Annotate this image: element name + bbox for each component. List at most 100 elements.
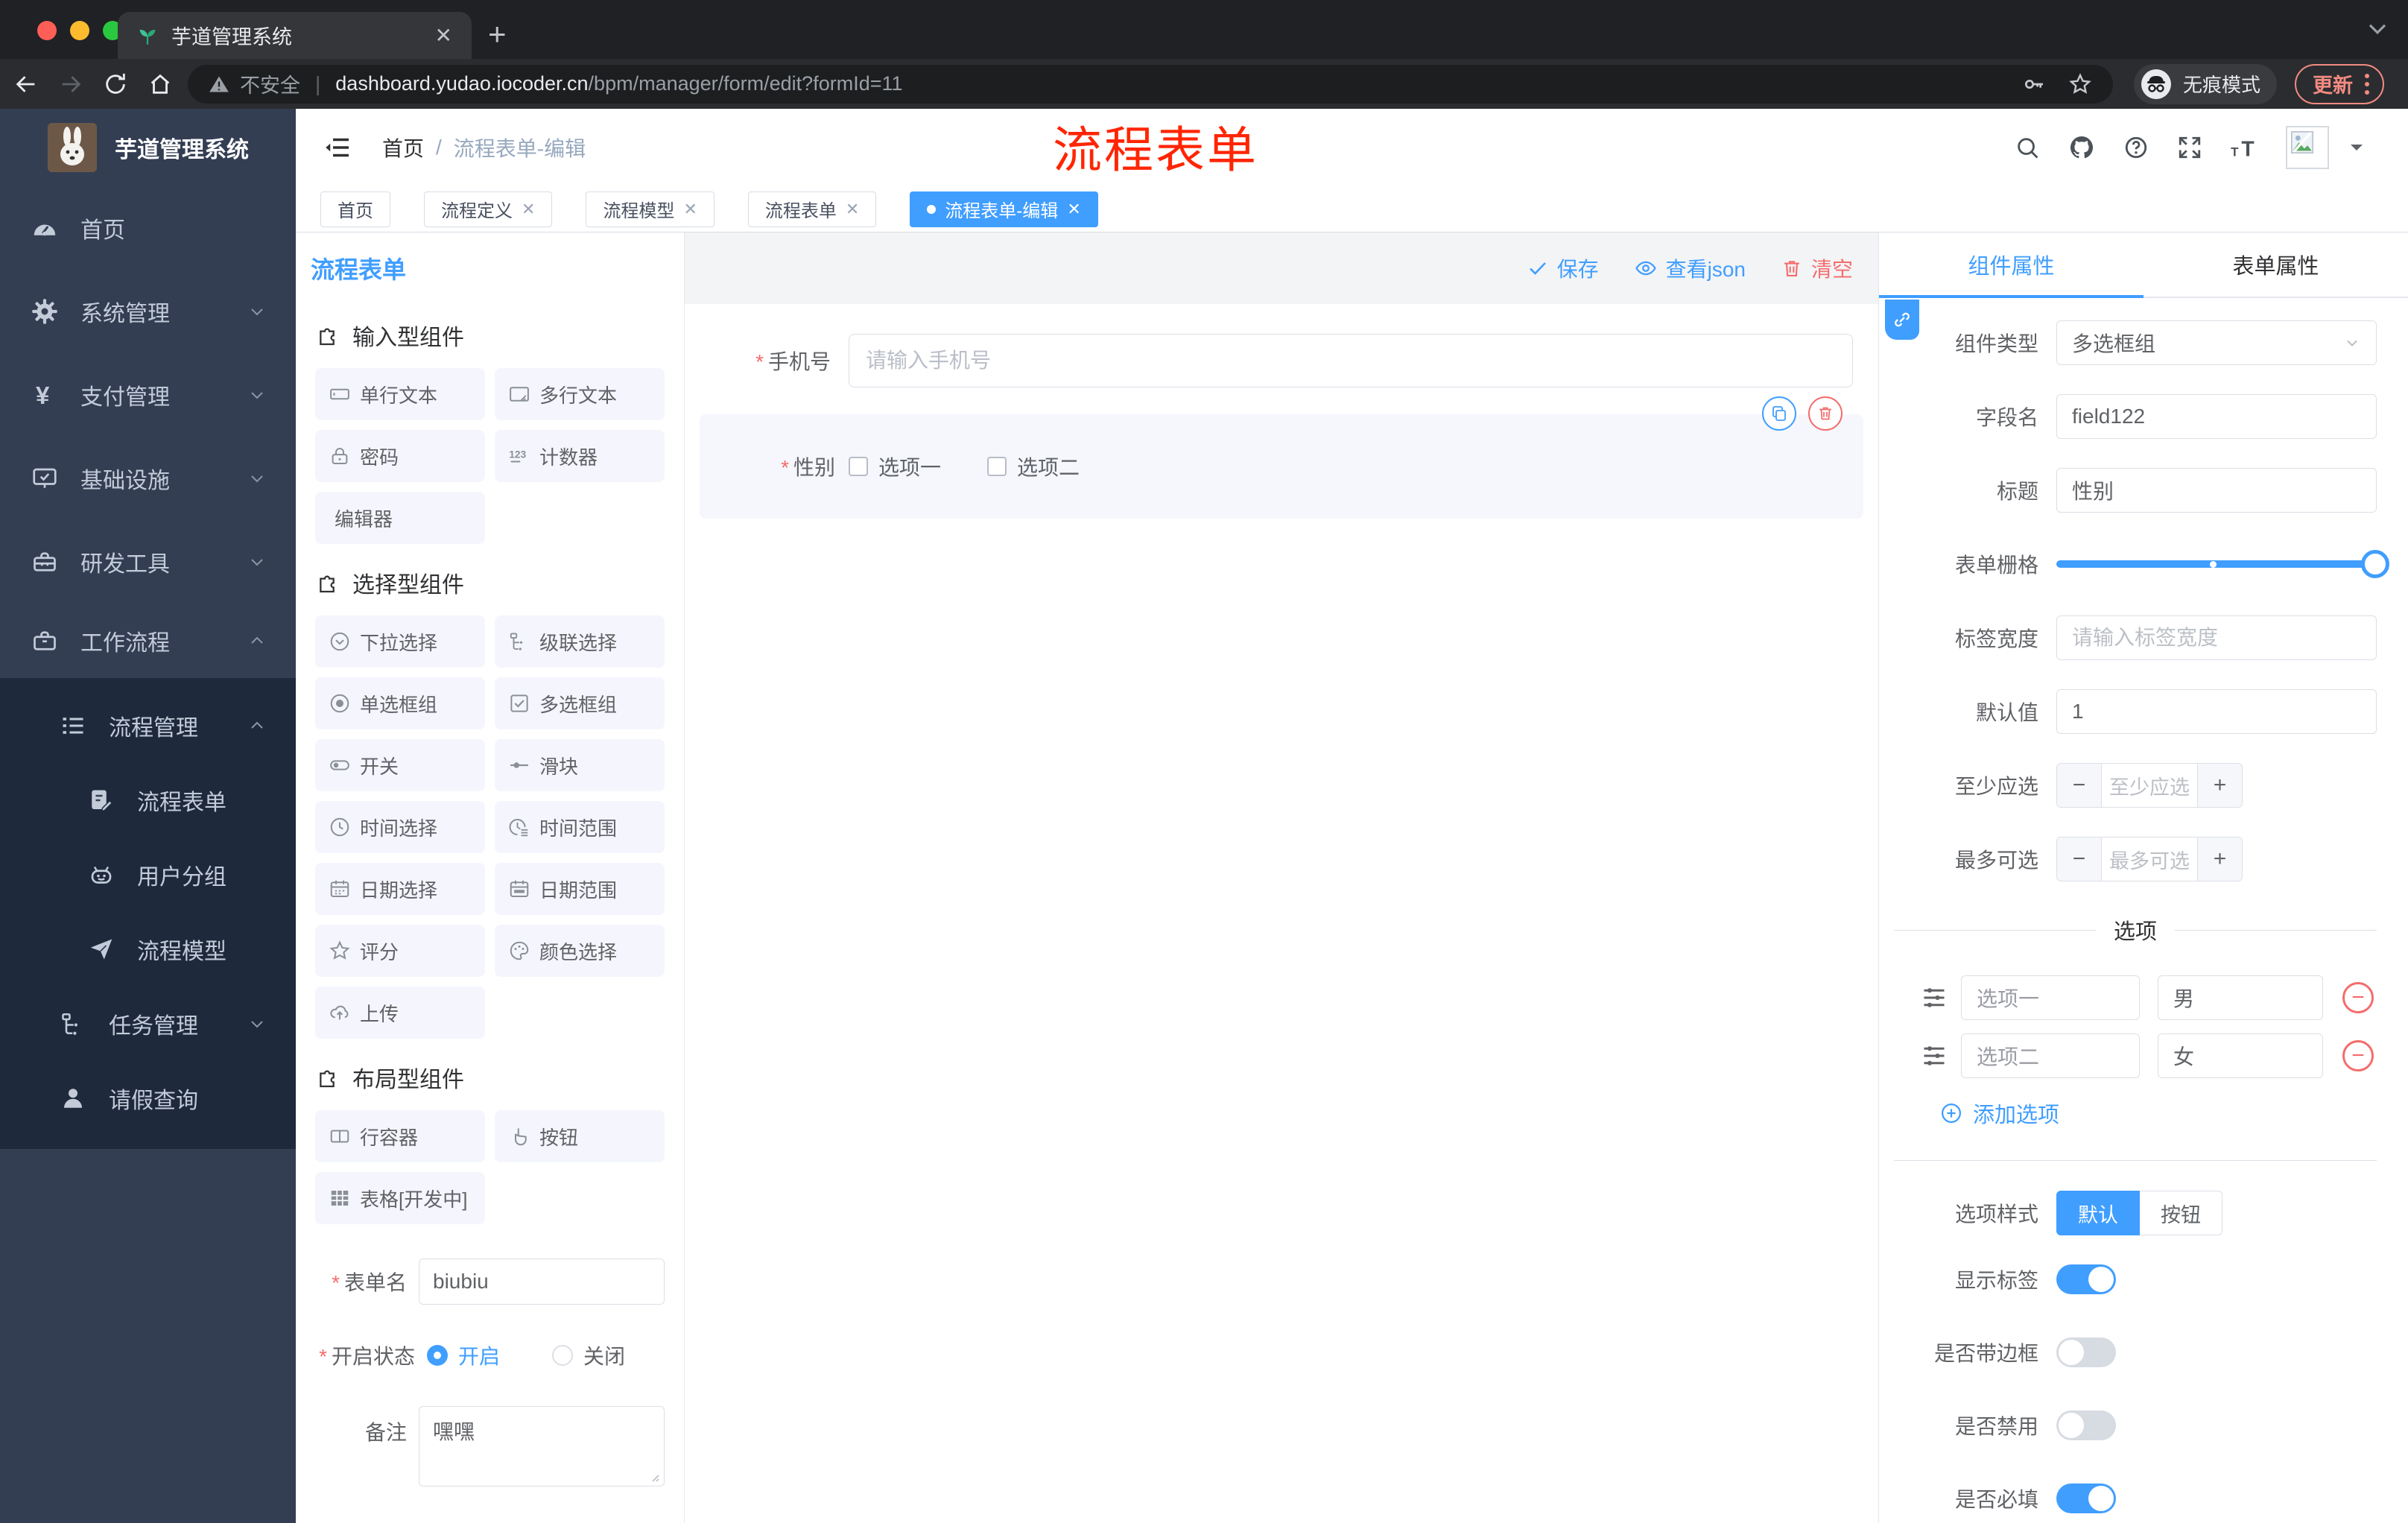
tab-process-definition[interactable]: 流程定义 ✕ bbox=[424, 191, 553, 227]
add-option-button[interactable]: 添加选项 bbox=[1940, 1098, 2377, 1129]
component-type-select[interactable]: 多选框组 bbox=[2056, 320, 2377, 365]
title-input[interactable] bbox=[2056, 468, 2377, 513]
close-icon[interactable]: ✕ bbox=[846, 200, 859, 219]
grid-slider[interactable] bbox=[2056, 542, 2389, 586]
plus-button[interactable]: + bbox=[2197, 838, 2242, 881]
chip-table[interactable]: 表格[开发中] bbox=[315, 1172, 485, 1224]
tab-process-form[interactable]: 流程表单 ✕ bbox=[747, 191, 877, 227]
chip-radio-group[interactable]: 单选框组 bbox=[315, 677, 485, 729]
slider-track[interactable] bbox=[2056, 550, 2389, 578]
collapse-sidebar-icon[interactable] bbox=[324, 134, 351, 161]
style-default-button[interactable]: 默认 bbox=[2056, 1191, 2140, 1235]
tab-close-icon[interactable]: ✕ bbox=[435, 23, 452, 48]
option-label-input[interactable] bbox=[1961, 975, 2140, 1020]
minimize-window-button[interactable] bbox=[70, 21, 89, 40]
back-icon[interactable] bbox=[13, 72, 39, 97]
option-label-input[interactable] bbox=[1961, 1033, 2140, 1078]
browser-update-button[interactable]: 更新 bbox=[2295, 63, 2385, 104]
show-label-toggle[interactable] bbox=[2056, 1264, 2116, 1294]
sidebar-item-infra[interactable]: 基础设施 bbox=[0, 437, 296, 520]
status-on-radio[interactable] bbox=[427, 1345, 448, 1366]
chip-time-range[interactable]: 时间范围 bbox=[495, 801, 665, 853]
close-icon[interactable]: ✕ bbox=[1067, 200, 1080, 219]
disabled-toggle[interactable] bbox=[2056, 1410, 2116, 1440]
chip-row-container[interactable]: 行容器 bbox=[315, 1110, 485, 1162]
status-off-label[interactable]: 关闭 bbox=[583, 1340, 625, 1370]
drag-handle-icon[interactable] bbox=[1921, 984, 1948, 1011]
chip-date-picker[interactable]: 日期选择 bbox=[315, 863, 485, 915]
clear-button[interactable]: 清空 bbox=[1781, 253, 1853, 283]
tab-overflow-chevron-icon[interactable] bbox=[2366, 22, 2389, 37]
chip-color-picker[interactable]: 颜色选择 bbox=[495, 925, 665, 977]
sidebar-item-process-model[interactable]: 流程模型 bbox=[0, 912, 296, 987]
tab-process-model[interactable]: 流程模型 ✕ bbox=[586, 191, 715, 227]
sidebar-item-home[interactable]: 首页 bbox=[0, 186, 296, 270]
reload-icon[interactable] bbox=[103, 72, 128, 97]
sidebar-item-payment[interactable]: ¥ 支付管理 bbox=[0, 353, 296, 437]
bookmark-star-icon[interactable] bbox=[2068, 72, 2092, 96]
tab-home[interactable]: 首页 bbox=[320, 191, 390, 227]
browser-menu-dots-icon[interactable] bbox=[2363, 72, 2371, 97]
help-icon[interactable] bbox=[2123, 135, 2149, 160]
plus-button[interactable]: + bbox=[2197, 764, 2242, 807]
chip-single-line-text[interactable]: 单行文本 bbox=[315, 368, 485, 420]
remove-option-button[interactable]: − bbox=[2342, 982, 2374, 1013]
status-off-radio[interactable] bbox=[552, 1345, 574, 1366]
view-json-button[interactable]: 查看json bbox=[1635, 253, 1746, 283]
sidebar-item-workflow[interactable]: 工作流程 bbox=[0, 604, 296, 678]
chip-cascader[interactable]: 级联选择 bbox=[495, 615, 665, 668]
field-name-input[interactable] bbox=[2056, 394, 2377, 439]
chip-checkbox-group[interactable]: 多选框组 bbox=[495, 677, 665, 729]
default-value-input[interactable] bbox=[2056, 689, 2377, 734]
forward-icon[interactable] bbox=[58, 72, 83, 97]
canvas-field-phone[interactable]: 手机号 bbox=[700, 334, 1863, 387]
github-icon[interactable] bbox=[2068, 134, 2095, 161]
chip-rate[interactable]: 评分 bbox=[315, 925, 485, 977]
option-value-input[interactable] bbox=[2158, 1033, 2323, 1078]
chip-editor[interactable]: 编辑器 bbox=[315, 492, 485, 544]
minus-button[interactable]: − bbox=[2057, 838, 2102, 881]
min-select-value[interactable]: 至少应选 bbox=[2102, 764, 2197, 807]
sidebar-item-process-mgmt[interactable]: 流程管理 bbox=[0, 688, 296, 763]
link-icon[interactable] bbox=[1885, 300, 1919, 340]
home-icon[interactable] bbox=[148, 72, 173, 97]
copy-field-button[interactable] bbox=[1762, 396, 1796, 431]
max-select-value[interactable]: 最多可选 bbox=[2102, 838, 2197, 881]
status-on-label[interactable]: 开启 bbox=[458, 1340, 500, 1370]
gender-option-1[interactable]: 选项一 bbox=[849, 452, 941, 481]
label-width-input[interactable] bbox=[2056, 615, 2377, 660]
remove-option-button[interactable]: − bbox=[2342, 1040, 2374, 1071]
required-toggle[interactable] bbox=[2056, 1484, 2116, 1513]
resize-handle-icon[interactable] bbox=[648, 1471, 660, 1483]
option-value-input[interactable] bbox=[2158, 975, 2323, 1020]
checkbox-icon[interactable] bbox=[987, 457, 1007, 476]
sidebar-item-system[interactable]: 系统管理 bbox=[0, 270, 296, 353]
form-name-input[interactable] bbox=[419, 1258, 665, 1305]
checkbox-icon[interactable] bbox=[849, 457, 868, 476]
caret-down-icon[interactable] bbox=[2348, 142, 2365, 153]
sidebar-item-task-mgmt[interactable]: 任务管理 bbox=[0, 987, 296, 1061]
avatar[interactable] bbox=[2286, 126, 2329, 169]
new-tab-button[interactable]: + bbox=[488, 16, 507, 52]
chip-multi-line-text[interactable]: 多行文本 bbox=[495, 368, 665, 420]
tab-component-props[interactable]: 组件属性 bbox=[1879, 232, 2144, 297]
delete-field-button[interactable] bbox=[1808, 396, 1843, 431]
sidebar-item-devtools[interactable]: 研发工具 bbox=[0, 520, 296, 604]
chip-switch[interactable]: 开关 bbox=[315, 739, 485, 791]
chip-counter[interactable]: 123 计数器 bbox=[495, 430, 665, 482]
browser-tab[interactable]: 芋道管理系统 ✕ bbox=[118, 12, 472, 59]
url-bar[interactable]: 不安全 | dashboard.yudao.iocoder.cn/bpm/man… bbox=[188, 64, 2113, 104]
chip-password[interactable]: 密码 bbox=[315, 430, 485, 482]
phone-input[interactable] bbox=[849, 334, 1853, 387]
close-icon[interactable]: ✕ bbox=[683, 200, 697, 219]
chip-time-picker[interactable]: 时间选择 bbox=[315, 801, 485, 853]
tab-form-props[interactable]: 表单属性 bbox=[2144, 232, 2408, 297]
tab-process-form-edit[interactable]: 流程表单-编辑 ✕ bbox=[910, 191, 1098, 227]
close-icon[interactable]: ✕ bbox=[522, 200, 535, 219]
font-size-icon[interactable]: TT bbox=[2231, 135, 2260, 160]
sidebar-item-leave-query[interactable]: 请假查询 bbox=[0, 1061, 296, 1136]
close-window-button[interactable] bbox=[37, 21, 57, 40]
style-button-button[interactable]: 按钮 bbox=[2140, 1191, 2222, 1235]
fullscreen-icon[interactable] bbox=[2177, 135, 2202, 160]
canvas-field-gender-selected[interactable]: 性别 选项一 选项二 bbox=[700, 396, 1863, 519]
